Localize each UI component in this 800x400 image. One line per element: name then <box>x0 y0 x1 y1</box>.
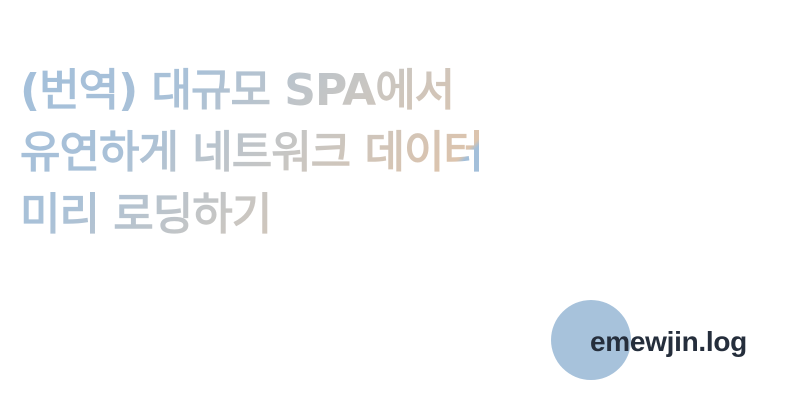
post-title-line-2: 유연하게 네트워크 데이터 <box>20 127 483 178</box>
post-title-line-3: 미리 로딩하기 <box>20 189 272 240</box>
post-title-line-1: (번역) 대규모 SPA에서 <box>20 65 455 116</box>
cover-card: (번역) 대규모 SPA에서 유연하게 네트워크 데이터 미리 로딩하기 eme… <box>0 0 800 400</box>
brand-name: emewjin.log <box>590 326 747 357</box>
post-title: (번역) 대규모 SPA에서 유연하게 네트워크 데이터 미리 로딩하기 <box>20 60 580 246</box>
